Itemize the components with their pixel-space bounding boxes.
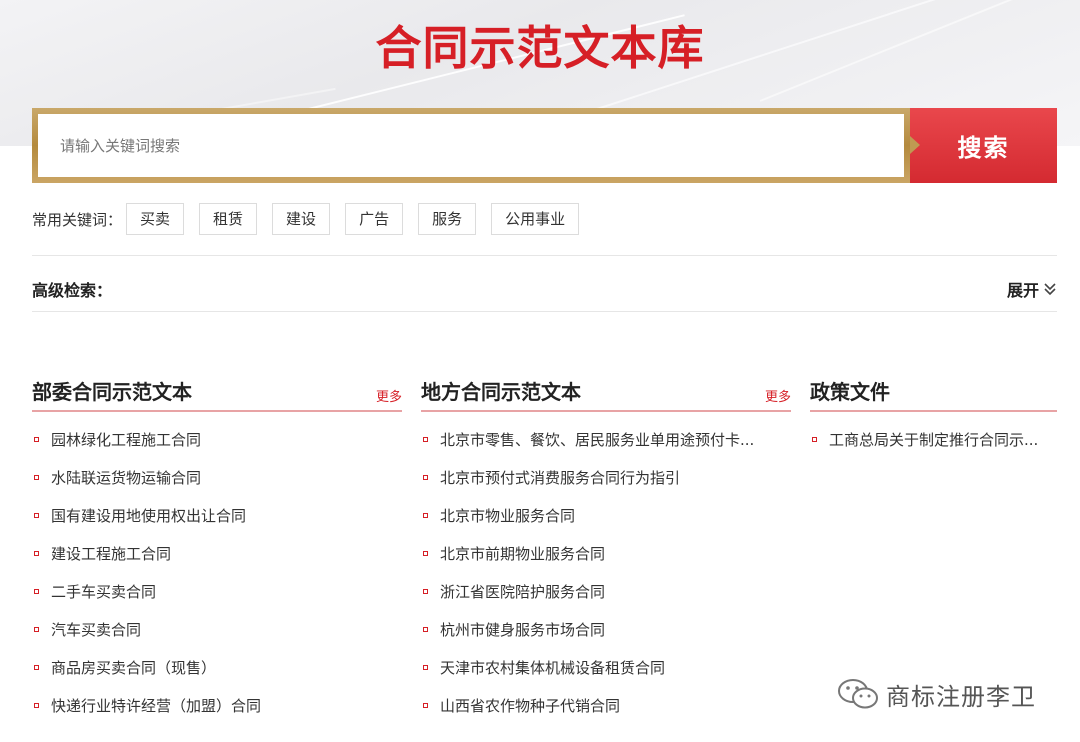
expand-toggle[interactable]: 展开 xyxy=(1007,277,1057,301)
list-item-label: 国有建设用地使用权出让合同 xyxy=(51,506,247,525)
list-item[interactable]: 北京市物业服务合同 xyxy=(421,496,791,534)
policy-list: 工商总局关于制定推行合同示... xyxy=(810,420,1057,458)
bullet-icon xyxy=(34,436,39,442)
page-title: 合同示范文本库 xyxy=(375,21,705,75)
list-item[interactable]: 商品房买卖合同（现售） xyxy=(32,648,402,686)
list-item-label: 园林绿化工程施工合同 xyxy=(51,430,202,449)
bullet-icon xyxy=(423,474,428,480)
bullet-icon xyxy=(34,626,39,632)
list-item-label: 天津市农村集体机械设备租赁合同 xyxy=(440,658,666,677)
more-link[interactable]: 更多 xyxy=(376,386,402,405)
bullet-icon xyxy=(34,474,39,480)
keyword-tag-fuwu[interactable]: 服务 xyxy=(418,203,477,235)
list-item-label: 山西省农作物种子代销合同 xyxy=(440,696,621,715)
advanced-search-row: 高级检索： 展开 xyxy=(32,276,1057,302)
list-item[interactable]: 二手车买卖合同 xyxy=(32,572,402,610)
list-item[interactable]: 快递行业特许经营（加盟）合同 xyxy=(32,686,402,724)
bullet-icon xyxy=(423,436,428,442)
keyword-tag-guanggao[interactable]: 广告 xyxy=(345,203,404,235)
list-item-label: 二手车买卖合同 xyxy=(51,582,157,601)
list-item-label: 北京市前期物业服务合同 xyxy=(440,544,606,563)
keyword-bar: 常用关键词： 买卖 租赁 建设 广告 服务 公用事业 xyxy=(32,203,594,235)
template-list: 北京市零售、餐饮、居民服务业单用途预付卡... 北京市预付式消费服务合同行为指引… xyxy=(421,420,791,724)
search-input[interactable] xyxy=(38,114,904,177)
bullet-icon xyxy=(423,588,428,594)
list-item[interactable]: 汽车买卖合同 xyxy=(32,610,402,648)
bullet-icon xyxy=(34,550,39,556)
policy-documents-column: 政策文件 工商总局关于制定推行合同示... xyxy=(810,378,1057,458)
keyword-tag-jianshe[interactable]: 建设 xyxy=(272,203,331,235)
template-list: 园林绿化工程施工合同 水陆联运货物运输合同 国有建设用地使用权出让合同 建设工程… xyxy=(32,420,402,724)
list-item-label: 北京市物业服务合同 xyxy=(440,506,576,525)
list-item-label: 北京市零售、餐饮、居民服务业单用途预付卡... xyxy=(440,430,755,449)
list-item[interactable]: 国有建设用地使用权出让合同 xyxy=(32,496,402,534)
column-header: 部委合同示范文本 更多 xyxy=(32,378,402,412)
list-item-label: 建设工程施工合同 xyxy=(51,544,172,563)
bullet-icon xyxy=(423,626,428,632)
bullet-icon xyxy=(423,512,428,518)
search-bar: 搜索 xyxy=(32,108,1057,183)
column-header: 政策文件 xyxy=(810,378,1057,412)
search-frame xyxy=(32,108,920,183)
list-item-label: 杭州市健身服务市场合同 xyxy=(440,620,606,639)
watermark-text: 商标注册李卫 xyxy=(886,682,1036,711)
bullet-icon xyxy=(423,664,428,670)
list-item[interactable]: 园林绿化工程施工合同 xyxy=(32,420,402,458)
list-item[interactable]: 浙江省医院陪护服务合同 xyxy=(421,572,791,610)
list-item[interactable]: 建设工程施工合同 xyxy=(32,534,402,572)
keyword-tag-gongyong[interactable]: 公用事业 xyxy=(491,203,580,235)
list-item[interactable]: 杭州市健身服务市场合同 xyxy=(421,610,791,648)
search-button[interactable]: 搜索 xyxy=(910,108,1057,183)
double-chevron-down-icon xyxy=(1044,283,1056,296)
list-item-label: 北京市预付式消费服务合同行为指引 xyxy=(440,468,681,487)
column-title: 部委合同示范文本 xyxy=(32,380,192,404)
divider xyxy=(32,311,1057,312)
search-arrow-icon xyxy=(910,136,920,154)
list-item-label: 商品房买卖合同（现售） xyxy=(51,658,217,677)
more-link[interactable]: 更多 xyxy=(765,386,791,405)
column-title: 政策文件 xyxy=(810,380,890,404)
keywords-label: 常用关键词： xyxy=(32,210,123,229)
bullet-icon xyxy=(34,664,39,670)
ministry-templates-column: 部委合同示范文本 更多 园林绿化工程施工合同 水陆联运货物运输合同 国有建设用地… xyxy=(32,378,402,724)
list-item-label: 快递行业特许经营（加盟）合同 xyxy=(51,696,262,715)
bullet-icon xyxy=(812,436,817,442)
list-item-label: 汽车买卖合同 xyxy=(51,620,142,639)
list-item-label: 水陆联运货物运输合同 xyxy=(51,468,202,487)
wechat-icon xyxy=(838,679,878,709)
watermark: 商标注册李卫 xyxy=(836,674,1036,714)
list-item[interactable]: 工商总局关于制定推行合同示... xyxy=(810,420,1057,458)
list-item[interactable]: 北京市预付式消费服务合同行为指引 xyxy=(421,458,791,496)
bullet-icon xyxy=(34,588,39,594)
column-header: 地方合同示范文本 更多 xyxy=(421,378,791,412)
keyword-tag-maimai[interactable]: 买卖 xyxy=(126,203,185,235)
list-item[interactable]: 天津市农村集体机械设备租赁合同 xyxy=(421,648,791,686)
advanced-search-label: 高级检索： xyxy=(32,281,113,300)
divider xyxy=(32,255,1057,256)
local-templates-column: 地方合同示范文本 更多 北京市零售、餐饮、居民服务业单用途预付卡... 北京市预… xyxy=(421,378,791,724)
keyword-tag-zulin[interactable]: 租赁 xyxy=(199,203,258,235)
bullet-icon xyxy=(423,550,428,556)
bullet-icon xyxy=(34,512,39,518)
bullet-icon xyxy=(423,702,428,708)
list-item[interactable]: 北京市零售、餐饮、居民服务业单用途预付卡... xyxy=(421,420,791,458)
column-title: 地方合同示范文本 xyxy=(421,380,581,404)
expand-label: 展开 xyxy=(1006,281,1039,300)
list-item-label: 工商总局关于制定推行合同示... xyxy=(829,430,1039,449)
list-item[interactable]: 山西省农作物种子代销合同 xyxy=(421,686,791,724)
list-item-label: 浙江省医院陪护服务合同 xyxy=(440,582,606,601)
list-item[interactable]: 水陆联运货物运输合同 xyxy=(32,458,402,496)
list-item[interactable]: 北京市前期物业服务合同 xyxy=(421,534,791,572)
bullet-icon xyxy=(34,702,39,708)
